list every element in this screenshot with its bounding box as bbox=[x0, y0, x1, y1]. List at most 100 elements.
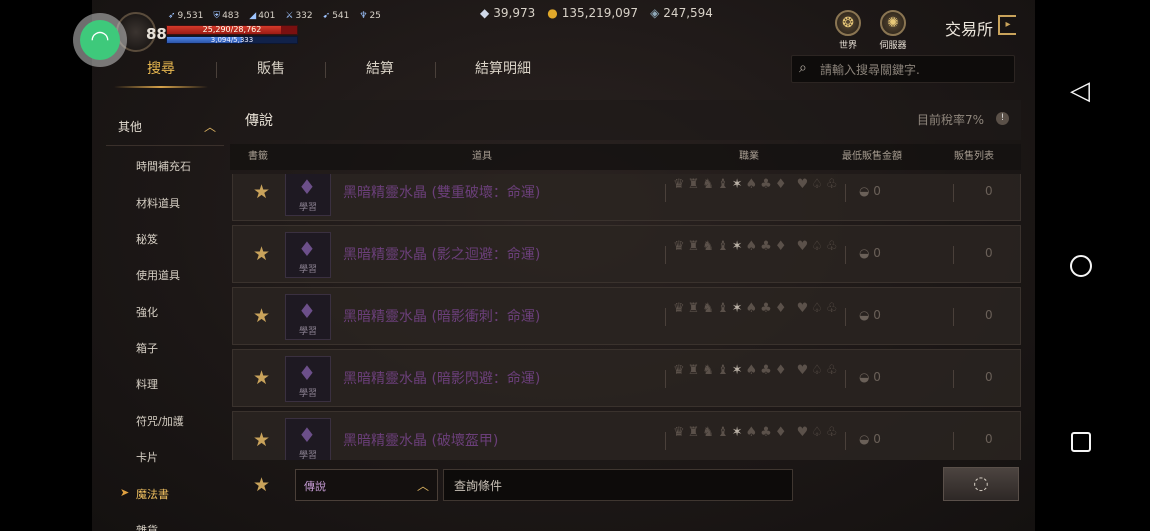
list-item[interactable]: ★ ♦ 學習 黑暗精靈水晶 (暗影衝刺：命運) ♛♜♞♝✶♠♣♦ ♥♤♧ ◒ 0 … bbox=[232, 287, 1021, 345]
item-name: 黑暗精靈水晶 (雙重破壞：命運) bbox=[343, 185, 541, 201]
list-item[interactable]: ★ ♦ 學習 黑暗精靈水晶 (破壞盔甲) ♛♜♞♝✶♠♣♦ ♥♤♧ ◒ 0 0 bbox=[232, 411, 1021, 460]
star-icon[interactable]: ★ bbox=[253, 429, 270, 451]
refresh-icon: ◌ bbox=[973, 473, 989, 494]
stat-hit: ➹ 541 bbox=[322, 11, 350, 21]
star-icon[interactable]: ★ bbox=[253, 243, 270, 265]
item-name: 黑暗精靈水晶 (影之迴避：命運) bbox=[343, 247, 541, 263]
panel-header: 傳說 目前稅率7% ! bbox=[230, 100, 1021, 140]
sidebar-item-materials[interactable]: 材料道具 bbox=[136, 195, 180, 211]
diamond-icon: ◆ bbox=[480, 6, 490, 20]
item-icon: ♦ 學習 bbox=[285, 232, 331, 278]
coin-icon: ◒ bbox=[859, 308, 874, 322]
coin-icon: ◒ bbox=[859, 246, 874, 260]
page-title: 交易所 bbox=[945, 20, 994, 39]
class-icons: ♛♜♞♝✶♠♣♦ ♥♤♧ bbox=[673, 239, 841, 254]
favorites-filter-icon[interactable]: ★ bbox=[253, 474, 270, 496]
crystal-icon: ♦ bbox=[298, 299, 316, 323]
wing-icon: ◢ bbox=[249, 11, 257, 21]
chevron-up-icon: ︿ bbox=[416, 479, 429, 493]
sidebar-item-misc[interactable]: 雜貨 bbox=[136, 522, 158, 531]
sidebar-item-time-stone[interactable]: 時間補充石 bbox=[136, 158, 191, 174]
grade-title: 傳說 bbox=[245, 113, 273, 129]
listing-count: 0 bbox=[985, 370, 993, 384]
back-icon[interactable]: ◁ bbox=[1070, 76, 1090, 106]
wifi-overlay-button[interactable]: ◠ bbox=[73, 13, 127, 67]
exit-icon[interactable]: ▸ bbox=[998, 15, 1016, 35]
listing-count: 0 bbox=[985, 184, 993, 198]
sidebar-item-cooking[interactable]: 料理 bbox=[136, 376, 158, 392]
class-icons: ♛♜♞♝✶♠♣♦ ♥♤♧ bbox=[673, 425, 841, 440]
tab-sell[interactable]: 販售 bbox=[216, 52, 326, 86]
search-box[interactable]: ⌕ bbox=[791, 55, 1015, 83]
sidebar-item-enhance[interactable]: 強化 bbox=[136, 304, 158, 320]
refresh-button[interactable]: ◌ bbox=[943, 467, 1019, 501]
coin-icon: ◒ bbox=[859, 370, 874, 384]
filter-bar: ★ 傳說 ︿ ◌ bbox=[230, 462, 1021, 512]
world-icon: ❂ bbox=[835, 10, 861, 36]
class-icons: ♛♜♞♝✶♠♣♦ ♥♤♧ bbox=[673, 177, 841, 192]
coin-icon: ◒ bbox=[859, 432, 874, 446]
col-bookmark: 書籤 bbox=[248, 151, 268, 162]
sidebar-item-boxes[interactable]: 箱子 bbox=[136, 340, 158, 356]
gem-currency: ◈ 247,594 bbox=[650, 6, 713, 20]
list-item[interactable]: ★ ♦ 學習 黑暗精靈水晶 (影之迴避：命運) ♛♜♞♝✶♠♣♦ ♥♤♧ ◒ 0 … bbox=[232, 225, 1021, 283]
star-icon[interactable]: ★ bbox=[253, 181, 270, 203]
listing-count: 0 bbox=[985, 246, 993, 260]
results-panel: 傳說 目前稅率7% ! 書籤 道具 職業 最低販售金額 販售列表 ★ ♦ 學習 黑… bbox=[230, 100, 1021, 460]
sidebar-item-charms[interactable]: 符咒/加護 bbox=[136, 413, 184, 429]
currency-bar: ◆ 39,973 ● 135,219,097 ◈ 247,594 bbox=[480, 6, 713, 20]
grade-dropdown[interactable]: 傳說 ︿ bbox=[295, 469, 438, 501]
gold-currency: ● 135,219,097 bbox=[547, 6, 639, 20]
arrow-right-icon: ➤ bbox=[120, 486, 130, 499]
class-icons: ♛♜♞♝✶♠♣♦ ♥♤♧ bbox=[673, 301, 841, 316]
tab-settle-detail[interactable]: 結算明細 bbox=[435, 52, 571, 86]
sidebar-item-cards[interactable]: 卡片 bbox=[136, 449, 158, 465]
gold-coin-icon: ● bbox=[547, 6, 558, 20]
col-min-price: 最低販售金額 bbox=[842, 151, 902, 162]
item-list: ★ ♦ 學習 黑暗精靈水晶 (雙重破壞：命運) ♛♜♞♝✶♠♣♦ ♥♤♧ ◒ 0 … bbox=[232, 174, 1021, 460]
server-icon: ✺ bbox=[880, 10, 906, 36]
item-icon: ♦ 學習 bbox=[285, 294, 331, 340]
item-name: 黑暗精靈水晶 (暗影閃避：命運) bbox=[343, 371, 541, 387]
list-item[interactable]: ★ ♦ 學習 黑暗精靈水晶 (雙重破壞：命運) ♛♜♞♝✶♠♣♦ ♥♤♧ ◒ 0 … bbox=[232, 174, 1021, 221]
info-icon[interactable]: ! bbox=[996, 112, 1009, 125]
gem-icon: ◈ bbox=[650, 6, 660, 20]
star-icon[interactable]: ★ bbox=[253, 367, 270, 389]
recent-apps-icon[interactable] bbox=[1071, 432, 1091, 452]
wifi-icon: ◠ bbox=[80, 20, 120, 60]
stat-defense: ⛨ 483 bbox=[213, 11, 240, 21]
star-icon[interactable]: ★ bbox=[253, 305, 270, 327]
query-field[interactable] bbox=[443, 469, 793, 501]
sidebar-item-secret-books[interactable]: 秘笈 bbox=[136, 231, 158, 247]
min-price: ◒ 0 bbox=[859, 370, 881, 384]
category-header[interactable]: 其他 bbox=[118, 118, 142, 135]
stat-crit: ⚔ 332 bbox=[285, 11, 313, 21]
tab-search[interactable]: 搜尋 bbox=[106, 52, 216, 88]
world-button[interactable]: ❂ 世界 bbox=[828, 10, 868, 51]
sidebar-item-consumables[interactable]: 使用道具 bbox=[136, 267, 180, 283]
listing-count: 0 bbox=[985, 308, 993, 322]
feather-icon: ➶ bbox=[168, 11, 176, 21]
sidebar-item-spellbooks[interactable]: ➤ 魔法書 bbox=[120, 486, 169, 502]
item-icon: ♦ 學習 bbox=[285, 356, 331, 402]
chevron-up-icon[interactable]: ︿ bbox=[204, 118, 216, 135]
letterbox-right bbox=[1035, 0, 1150, 531]
tab-bar: 搜尋 販售 結算 結算明細 ⌕ bbox=[92, 52, 1035, 88]
player-level: 88 bbox=[146, 25, 167, 43]
search-input[interactable] bbox=[820, 60, 1010, 80]
crystal-icon: ♦ bbox=[298, 175, 316, 199]
min-price: ◒ 0 bbox=[859, 432, 881, 446]
stat-magic: ◢ 401 bbox=[249, 11, 276, 21]
crystal-icon: ♦ bbox=[298, 423, 316, 447]
min-price: ◒ 0 bbox=[859, 184, 881, 198]
query-input[interactable] bbox=[454, 477, 774, 495]
hp-text: 25,290/28,762 bbox=[202, 25, 262, 34]
server-button[interactable]: ✺ 伺服器 bbox=[873, 10, 913, 51]
coin-icon: ◒ bbox=[859, 184, 874, 198]
list-item[interactable]: ★ ♦ 學習 黑暗精靈水晶 (暗影閃避：命運) ♛♜♞♝✶♠♣♦ ♥♤♧ ◒ 0 … bbox=[232, 349, 1021, 407]
tab-settle[interactable]: 結算 bbox=[325, 52, 435, 86]
listing-count: 0 bbox=[985, 432, 993, 446]
home-icon[interactable] bbox=[1070, 255, 1092, 277]
bow-icon: ➹ bbox=[322, 11, 331, 21]
shield-icon: ⛨ bbox=[213, 11, 221, 21]
